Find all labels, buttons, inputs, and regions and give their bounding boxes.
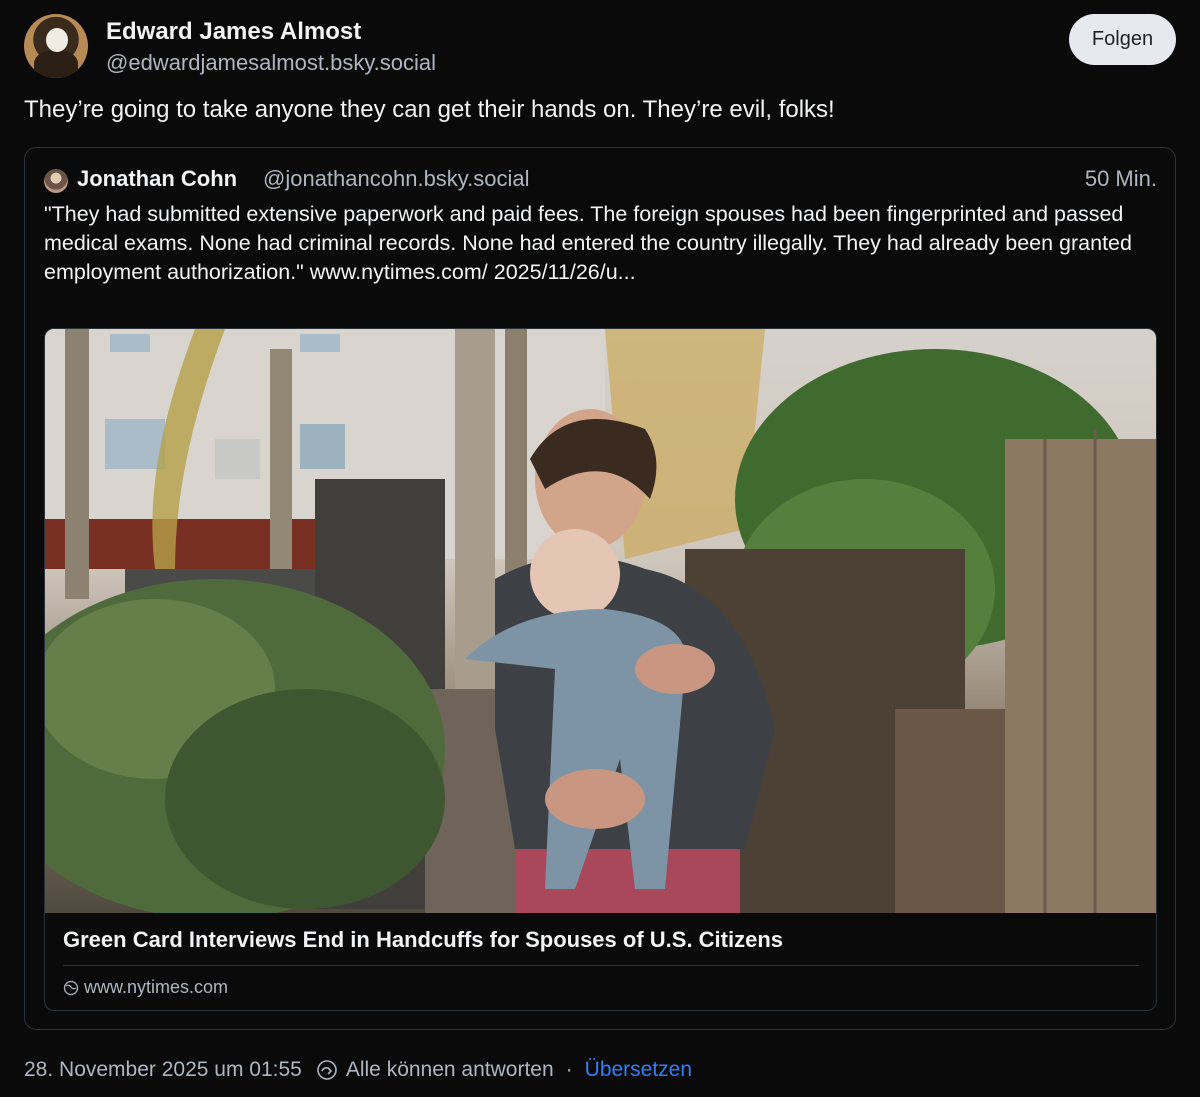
author-name[interactable]: Edward James Almost — [106, 18, 361, 46]
quoted-post[interactable]: Jonathan Cohn @jonathancohn.bsky.social … — [24, 147, 1176, 1030]
author-avatar[interactable] — [24, 14, 88, 78]
avatar-figure-head — [46, 28, 68, 52]
post-timestamp[interactable]: 28. November 2025 um 01:55 — [24, 1058, 302, 1082]
post-footer: 28. November 2025 um 01:55 Alle können a… — [24, 1056, 692, 1084]
link-card[interactable]: Green Card Interviews End in Handcuffs f… — [44, 328, 1157, 1011]
link-card-divider — [63, 965, 1139, 966]
quoted-post-time[interactable]: 50 Min. — [1085, 166, 1157, 192]
reply-settings-icon — [317, 1060, 337, 1080]
link-card-domain: www.nytimes.com — [84, 977, 229, 997]
globe-icon — [63, 980, 79, 995]
post-header: Edward James Almost @edwardjamesalmost.b… — [24, 14, 1176, 78]
follow-button[interactable]: Folgen — [1069, 14, 1176, 65]
article-photo — [45, 329, 1156, 913]
quoted-post-text: "They had submitted extensive paperwork … — [44, 202, 1132, 284]
footer-separator: · — [565, 1058, 573, 1081]
quoted-author-avatar[interactable] — [44, 169, 68, 193]
quoted-author-handle[interactable]: @jonathancohn.bsky.social — [263, 166, 530, 192]
translate-link[interactable]: Übersetzen — [585, 1058, 692, 1082]
reply-setting-label[interactable]: Alle können antworten — [346, 1058, 554, 1082]
author-handle[interactable]: @edwardjamesalmost.bsky.social — [106, 50, 436, 76]
post-text: They’re going to take anyone they can ge… — [24, 96, 835, 123]
link-card-title[interactable]: Green Card Interviews End in Handcuffs f… — [63, 927, 783, 953]
link-card-image[interactable] — [45, 329, 1156, 913]
quoted-author-name[interactable]: Jonathan Cohn — [77, 166, 237, 192]
post: Edward James Almost @edwardjamesalmost.b… — [0, 0, 1200, 1097]
link-card-domain-row[interactable]: www.nytimes.com — [63, 977, 228, 998]
avatar-figure-body — [34, 50, 78, 78]
